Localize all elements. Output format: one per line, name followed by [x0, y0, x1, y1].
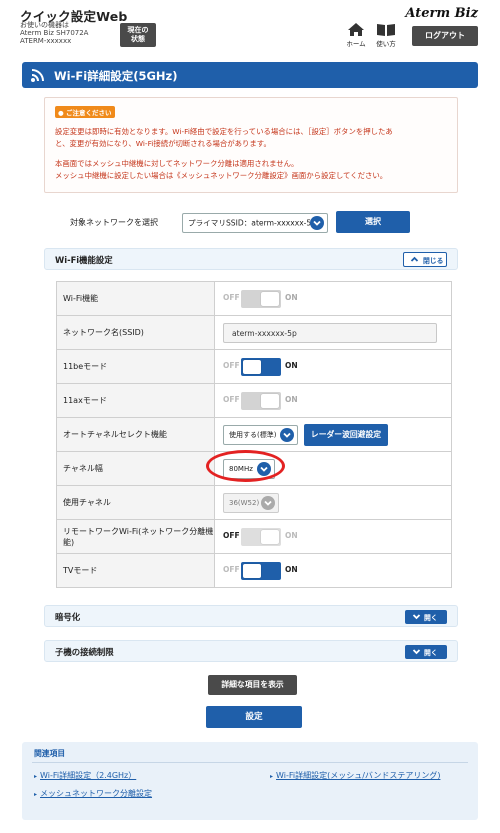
target-network-select[interactable]: プライマリSSID：aterm-xxxxxx-5p — [182, 213, 328, 233]
row-label: リモートワークWi-Fi(ネットワーク分離機能) — [56, 519, 215, 554]
11be-mode-toggle[interactable]: OFF ON — [223, 357, 307, 376]
highlight-circle — [206, 450, 285, 482]
table-row: Wi-Fi機能 OFF ON — [56, 281, 452, 316]
auto-channel-select[interactable]: 使用する(標準) — [223, 425, 298, 445]
arrow-icon: ▸ — [270, 773, 274, 780]
table-row: 11beモード OFF ON — [56, 349, 452, 384]
table-row: リモートワークWi-Fi(ネットワーク分離機能) OFF ON — [56, 519, 452, 554]
table-row: 使用チャネル 36(W52) — [56, 485, 452, 520]
wifi-function-toggle[interactable]: OFF ON — [223, 289, 307, 308]
row-label: 使用チャネル — [56, 485, 215, 520]
notice-line: メッシュ中継機に設定したい場合は《メッシュネットワーク分離設定》画面から設定して… — [55, 171, 388, 180]
chevron-down-icon — [261, 496, 275, 510]
chevron-down-icon — [412, 648, 421, 658]
device-label: お使いの機器は — [20, 21, 69, 29]
chevron-down-icon — [280, 428, 294, 442]
notice-line: と、変更が有効になり、Wi-Fi接続が切断される場合があります。 — [55, 139, 271, 148]
row-label: 11axモード — [56, 383, 215, 418]
select-network-button[interactable]: 選択 — [336, 211, 410, 233]
device-model: Aterm Biz SH7072A — [20, 29, 89, 37]
related-link[interactable]: ▸ Wi-Fi詳細設定（2.4GHz） — [34, 770, 136, 781]
top-header: クイック設定Web お使いの機器は Aterm Biz SH7072A ATER… — [0, 0, 500, 54]
table-row: ネットワーク名(SSID) aterm-xxxxxx-5p — [56, 315, 452, 350]
row-label: Wi-Fi機能 — [56, 281, 215, 316]
chevron-down-icon — [412, 613, 421, 623]
expand-button[interactable]: 開く — [405, 645, 447, 659]
table-row: TVモード OFF ON — [56, 553, 452, 588]
notice-box: ● ご注意ください 設定変更は即時に有効となります。Wi-Fi経由で設定を行って… — [44, 97, 458, 193]
apply-button[interactable]: 設定 — [206, 706, 302, 728]
row-label: 11beモード — [56, 349, 215, 384]
related-link[interactable]: ▸ Wi-Fi詳細設定(メッシュ/バンドステアリング) — [270, 770, 440, 781]
radar-avoidance-button[interactable]: レーダー波回避設定 — [304, 424, 388, 446]
client-limit-section-header[interactable]: 子機の接続制限 開く — [44, 640, 458, 662]
book-icon — [377, 24, 395, 36]
wifi-settings-table: Wi-Fi機能 OFF ON ネットワーク名(SSID) aterm-xxxxx… — [56, 281, 452, 588]
notice-badge: ● ご注意ください — [55, 106, 116, 118]
wifi-icon — [31, 69, 44, 82]
wifi-function-section-header[interactable]: Wi-Fi機能設定 閉じる — [44, 248, 458, 270]
warning-icon: ● — [58, 109, 64, 117]
arrow-icon: ▸ — [34, 773, 38, 780]
ssid-input[interactable]: aterm-xxxxxx-5p — [223, 323, 437, 343]
chevron-down-icon — [310, 216, 324, 230]
tv-mode-toggle[interactable]: OFF ON — [223, 561, 307, 580]
related-links-panel: 関連項目 ▸ Wi-Fi詳細設定（2.4GHz） ▸ Wi-Fi詳細設定(メッシュ/… — [22, 742, 478, 820]
page-title: Wi-Fi詳細設定(5GHz) — [54, 69, 178, 83]
help-button[interactable]: 使い方 — [372, 22, 400, 48]
divider — [32, 762, 468, 763]
page-title-bar: Wi-Fi詳細設定(5GHz) — [22, 62, 478, 88]
row-label: チャネル幅 — [56, 451, 215, 486]
show-details-button[interactable]: 詳細な項目を表示 — [208, 675, 297, 695]
brand-logo: Aterm Biz — [405, 6, 478, 21]
target-network-label: 対象ネットワークを選択 — [70, 218, 158, 227]
collapse-button[interactable]: 閉じる — [403, 252, 447, 267]
table-row: オートチャネルセレクト機能 使用する(標準) レーダー波回避設定 — [56, 417, 452, 452]
home-button[interactable]: ホーム — [342, 22, 370, 48]
current-status-button[interactable]: 現在の 状態 — [120, 23, 156, 47]
encryption-section-header[interactable]: 暗号化 開く — [44, 605, 458, 627]
notice-line: 本画面ではメッシュ中継機に対してネットワーク分離は適用されません。 — [55, 159, 299, 168]
related-header: 関連項目 — [34, 749, 66, 758]
home-icon — [348, 23, 364, 36]
table-row: 11axモード OFF ON — [56, 383, 452, 418]
notice-line: 設定変更は即時に有効となります。Wi-Fi経由で設定を行っている場合には、［設定… — [55, 127, 393, 136]
row-label: TVモード — [56, 553, 215, 588]
row-label: オートチャネルセレクト機能 — [56, 417, 215, 452]
11ax-mode-toggle[interactable]: OFF ON — [223, 391, 307, 410]
expand-button[interactable]: 開く — [405, 610, 447, 624]
channel-select[interactable]: 36(W52) — [223, 493, 279, 513]
related-link[interactable]: ▸ メッシュネットワーク分離設定 — [34, 788, 152, 799]
row-label: ネットワーク名(SSID) — [56, 315, 215, 350]
arrow-icon: ▸ — [34, 791, 38, 798]
chevron-up-icon — [410, 255, 419, 266]
remote-work-wifi-toggle[interactable]: OFF ON — [223, 527, 307, 546]
device-id: ATERM-xxxxxx — [20, 37, 72, 45]
logout-button[interactable]: ログアウト — [412, 26, 478, 46]
